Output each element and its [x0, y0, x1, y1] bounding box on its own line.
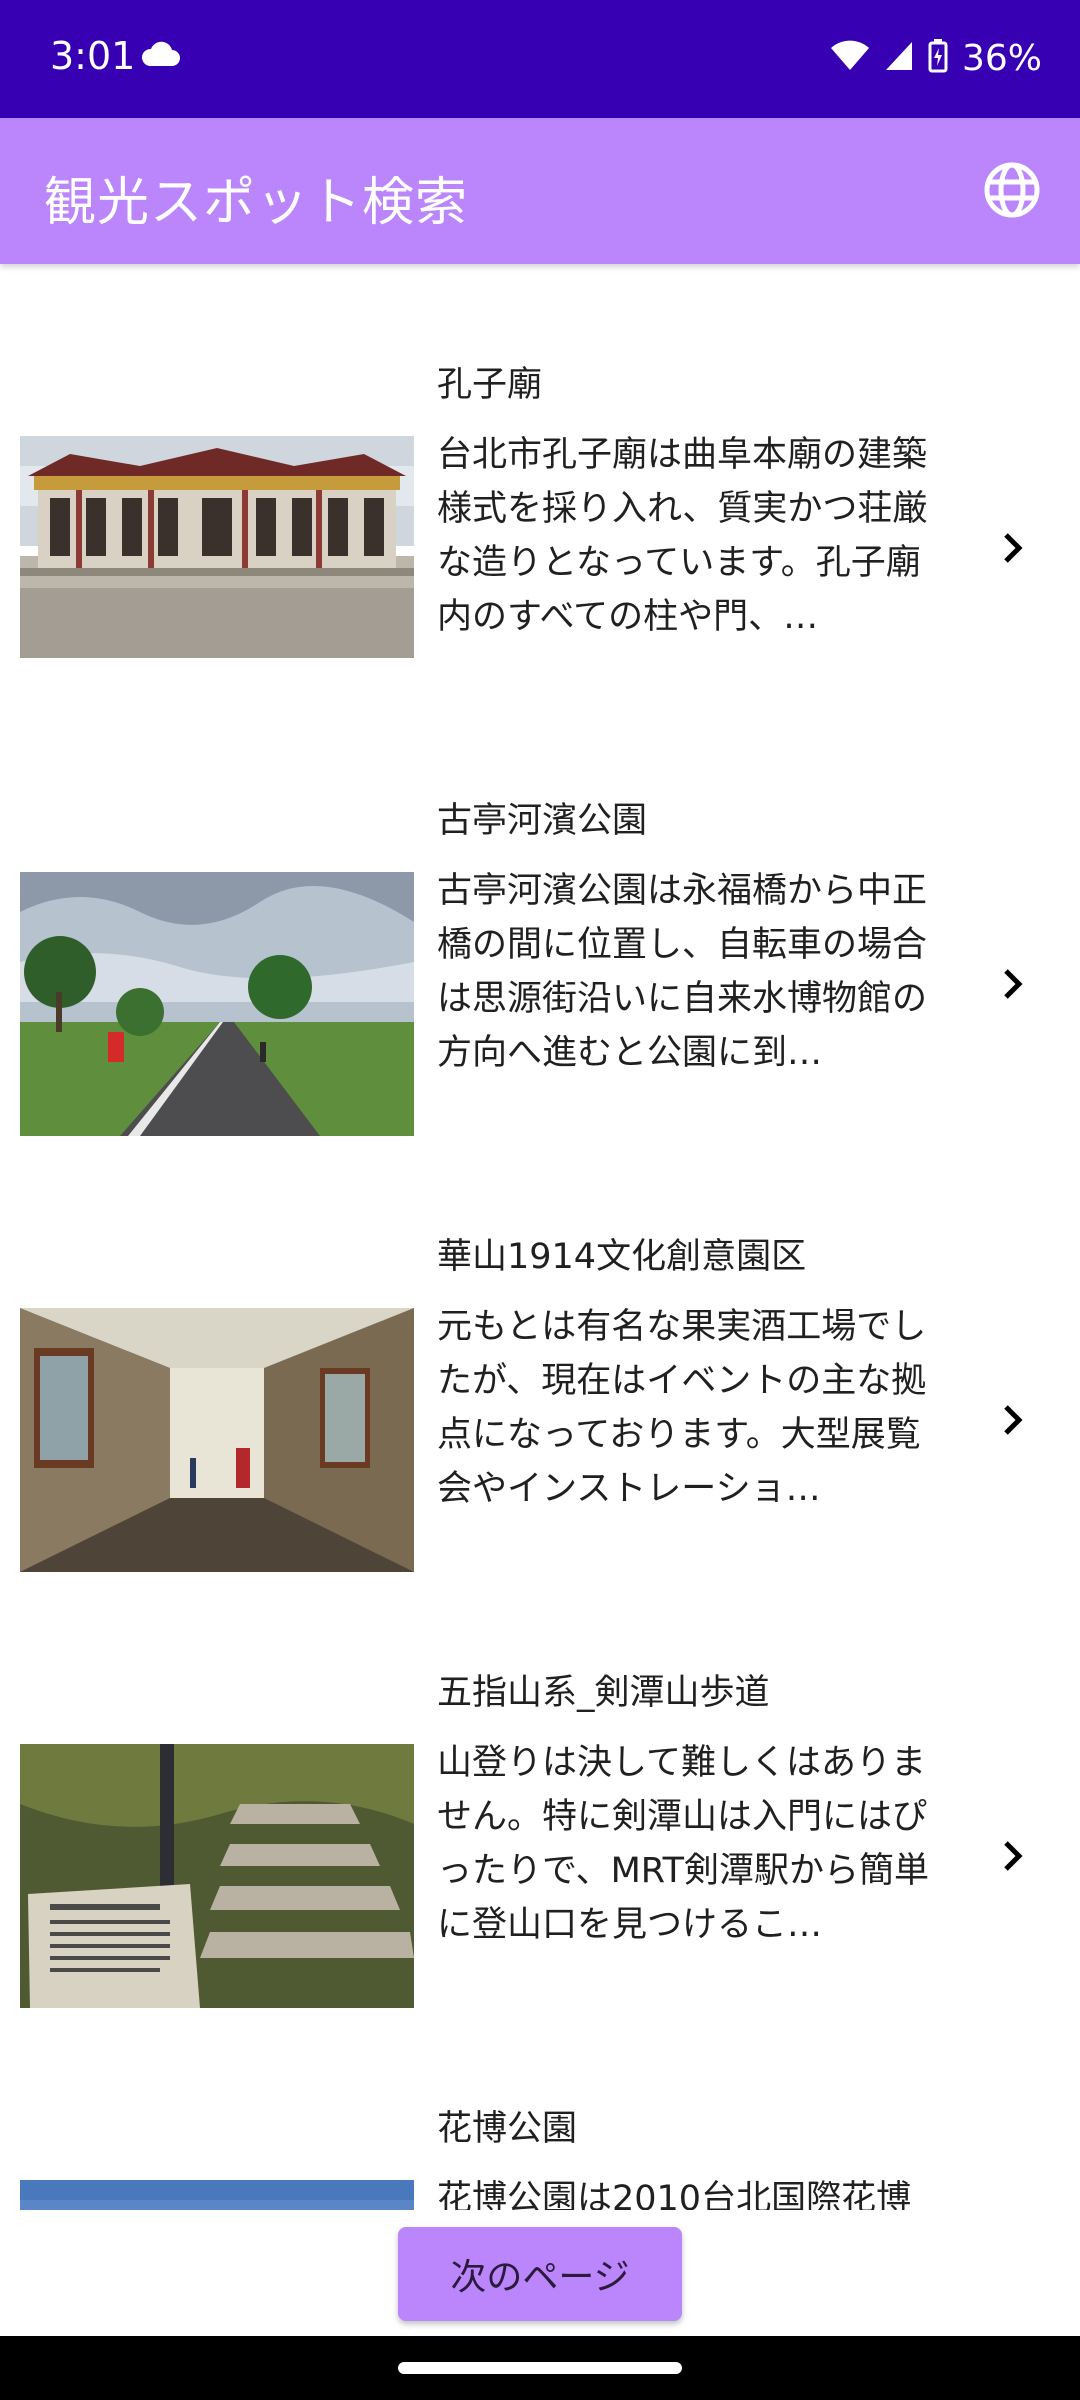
list-item[interactable]: 五指山系_剣潭山歩道 山登りは決して難しくはありません。特に剣潭山は入門にはぴっ…	[0, 1572, 1080, 2008]
battery-charging-icon	[928, 39, 948, 77]
spot-list[interactable]: 孔子廟 台北市孔子廟は曲阜本廟の建築様式を採り入れ、質実かつ荘厳な造りとなってい…	[0, 264, 1080, 2210]
spot-title: 古亭河濱公園	[437, 801, 648, 841]
next-page-button[interactable]: 次のページ	[398, 2227, 682, 2321]
spot-description: 古亭河濱公園は永福橋から中正橋の間に位置し、自転車の場合は思源街沿いに自来水博物…	[437, 871, 928, 1073]
spot-image	[20, 1744, 414, 2008]
app-bar: 観光スポット検索	[0, 118, 1080, 264]
chevron-right-icon	[1004, 1841, 1023, 1871]
globe-icon	[984, 162, 1040, 218]
wifi-icon	[830, 40, 870, 76]
spot-description: 山登りは決して難しくはありません。特に剣潭山は入門にはぴったりで、MRT剣潭駅か…	[437, 1743, 929, 1945]
list-item[interactable]: 孔子廟 台北市孔子廟は曲阜本廟の建築様式を採り入れ、質実かつ荘厳な造りとなってい…	[0, 264, 1080, 700]
spot-image	[20, 1308, 414, 1572]
navigation-bar	[0, 2336, 1080, 2400]
spot-description: 台北市孔子廟は曲阜本廟の建築様式を採り入れ、質実かつ荘厳な造りとなっています。孔…	[437, 435, 928, 637]
status-time: 3:01	[50, 34, 136, 78]
cloud-icon	[140, 40, 180, 72]
spot-title: 五指山系_剣潭山歩道	[437, 1673, 770, 1713]
home-gesture-handle[interactable]	[398, 2362, 682, 2374]
status-bar: 3:01 36%	[0, 0, 1080, 118]
status-icons: 36%	[830, 34, 1042, 82]
list-item[interactable]: 古亭河濱公園 古亭河濱公園は永福橋から中正橋の間に位置し、自転車の場合は思源街沿…	[0, 700, 1080, 1136]
spot-title: 孔子廟	[437, 365, 543, 405]
spot-image	[20, 2180, 414, 2210]
spot-title: 花博公園	[437, 2109, 578, 2149]
cell-signal-icon	[884, 40, 914, 76]
chevron-right-icon	[1004, 533, 1023, 563]
spot-description: 花博公園は2010台北国際花博	[437, 2179, 912, 2210]
list-item[interactable]: 花博公園 花博公園は2010台北国際花博	[0, 2008, 1080, 2210]
spot-image	[20, 872, 414, 1136]
language-button[interactable]	[980, 158, 1044, 222]
chevron-right-icon	[1004, 969, 1023, 999]
spot-title: 華山1914文化創意園区	[437, 1237, 807, 1277]
spot-image	[20, 436, 414, 658]
chevron-right-icon	[1004, 1405, 1023, 1435]
spot-description: 元もとは有名な果実酒工場でしたが、現在はイベントの主な拠点になっております。大型…	[437, 1307, 927, 1509]
list-item[interactable]: 華山1914文化創意園区 元もとは有名な果実酒工場でしたが、現在はイベントの主な…	[0, 1136, 1080, 1572]
app-title: 観光スポット検索	[44, 173, 469, 233]
battery-percent: 36%	[961, 37, 1042, 79]
